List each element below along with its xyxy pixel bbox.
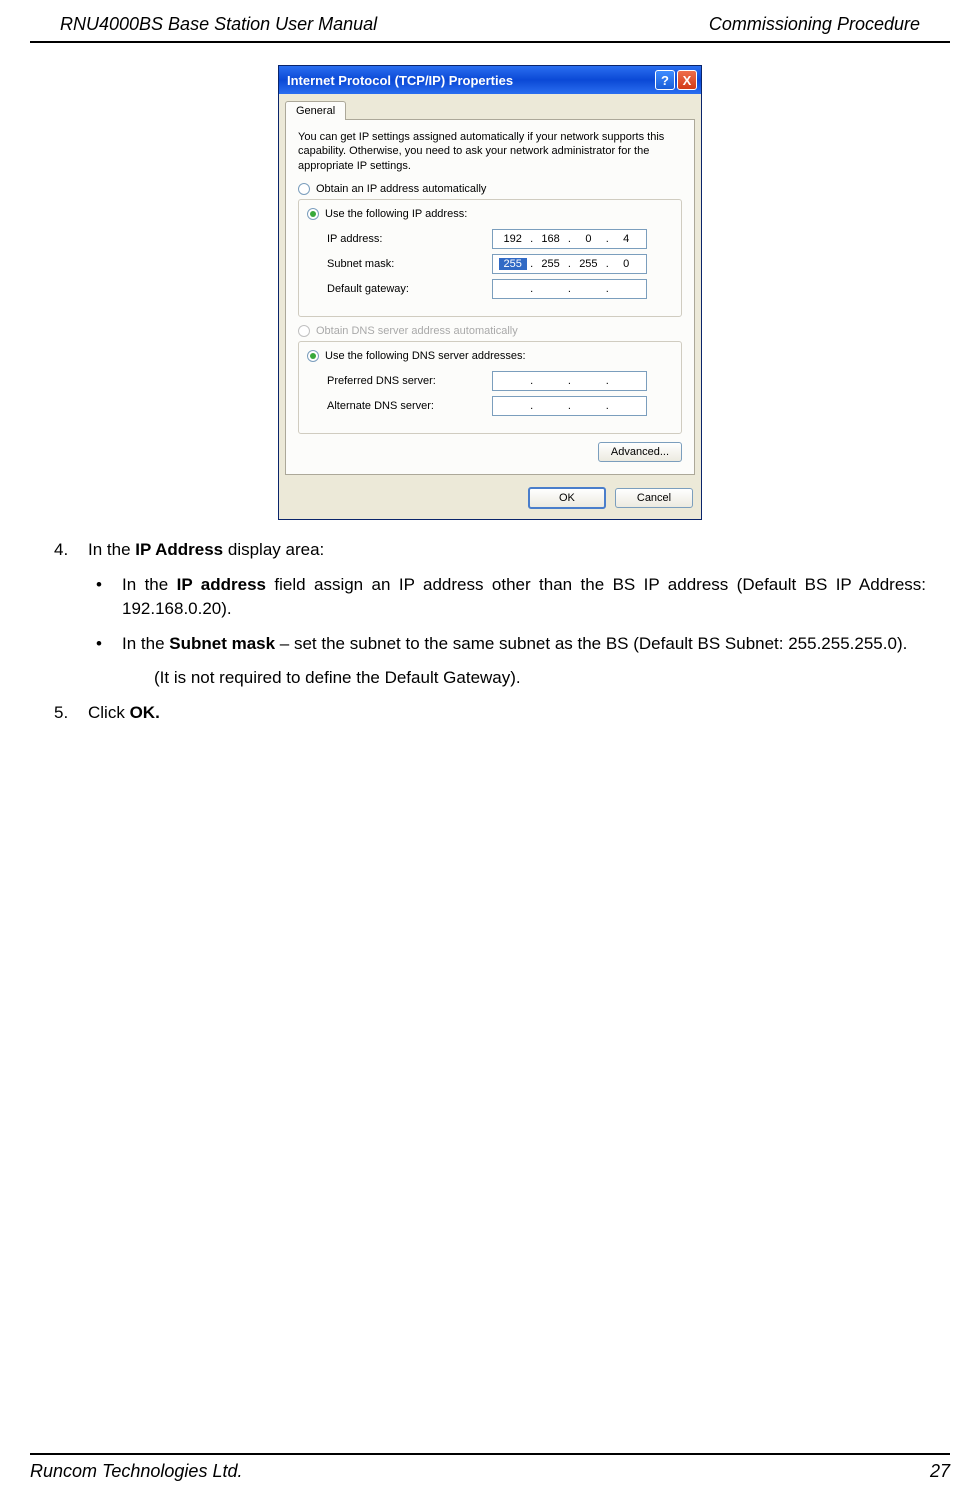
bullet-icon: • bbox=[88, 573, 122, 622]
list-text: In the IP Address display area: bbox=[88, 538, 926, 563]
intro-text: You can get IP settings assigned automat… bbox=[298, 130, 682, 173]
text-fragment: Click bbox=[88, 703, 130, 722]
advanced-button[interactable]: Advanced... bbox=[598, 442, 682, 462]
ip-octet-3[interactable]: 0 bbox=[574, 233, 602, 245]
tab-general[interactable]: General bbox=[285, 101, 346, 120]
text-fragment: – set the subnet to the same subnet as t… bbox=[275, 634, 907, 653]
subnet-octet-1[interactable]: 255 bbox=[499, 258, 527, 270]
bullet-text: In the Subnet mask – set the subnet to t… bbox=[122, 632, 926, 657]
radio-label: Obtain an IP address automatically bbox=[316, 183, 486, 195]
ip-address-label: IP address: bbox=[327, 233, 492, 245]
tab-content: You can get IP settings assigned automat… bbox=[285, 119, 695, 475]
header-right: Commissioning Procedure bbox=[709, 14, 920, 35]
footer-left: Runcom Technologies Ltd. bbox=[30, 1461, 242, 1482]
radio-icon bbox=[298, 183, 310, 195]
radio-label: Use the following IP address: bbox=[325, 208, 467, 220]
text-fragment: In the bbox=[122, 575, 177, 594]
dns-group: Obtain DNS server address automatically … bbox=[298, 325, 682, 434]
dialog-titlebar[interactable]: Internet Protocol (TCP/IP) Properties ? … bbox=[279, 66, 701, 94]
text-bold: IP address bbox=[177, 575, 266, 594]
bullet-icon: • bbox=[88, 632, 122, 657]
close-icon[interactable]: X bbox=[677, 70, 697, 90]
page-footer: Runcom Technologies Ltd. 27 bbox=[30, 1453, 950, 1482]
advanced-row: Advanced... bbox=[298, 442, 682, 462]
radio-obtain-dns-auto: Obtain DNS server address automatically bbox=[298, 325, 682, 337]
text-fragment: In the bbox=[88, 540, 135, 559]
help-icon[interactable]: ? bbox=[655, 70, 675, 90]
bullet-text: In the IP address field assign an IP add… bbox=[122, 573, 926, 622]
document-body: 4. In the IP Address display area: • In … bbox=[0, 538, 980, 726]
radio-icon bbox=[307, 208, 319, 220]
ip-octet-1[interactable]: 192 bbox=[499, 233, 527, 245]
ip-address-row: IP address: 192. 168. 0. 4 bbox=[327, 229, 671, 249]
alternate-dns-input[interactable]: . . . bbox=[492, 396, 647, 416]
radio-label: Obtain DNS server address automatically bbox=[316, 325, 518, 337]
radio-icon bbox=[298, 325, 310, 337]
subnet-octet-3[interactable]: 255 bbox=[574, 258, 602, 270]
footer-right: 27 bbox=[930, 1461, 950, 1482]
ip-address-input[interactable]: 192. 168. 0. 4 bbox=[492, 229, 647, 249]
dialog-button-row: OK Cancel bbox=[279, 481, 701, 519]
list-item-4: 4. In the IP Address display area: bbox=[54, 538, 926, 563]
radio-use-following-dns[interactable]: Use the following DNS server addresses: bbox=[303, 350, 530, 362]
ok-button[interactable]: OK bbox=[528, 487, 606, 509]
preferred-dns-label: Preferred DNS server: bbox=[327, 375, 492, 387]
alternate-dns-label: Alternate DNS server: bbox=[327, 400, 492, 412]
text-fragment: display area: bbox=[223, 540, 324, 559]
list-number: 4. bbox=[54, 538, 88, 563]
subnet-octet-2[interactable]: 255 bbox=[537, 258, 565, 270]
subnet-mask-label: Subnet mask: bbox=[327, 258, 492, 270]
preferred-dns-row: Preferred DNS server: . . . bbox=[327, 371, 671, 391]
bullet-item-1: • In the IP address field assign an IP a… bbox=[88, 573, 926, 622]
page-header: RNU4000BS Base Station User Manual Commi… bbox=[30, 0, 950, 43]
preferred-dns-input[interactable]: . . . bbox=[492, 371, 647, 391]
ip-octet-4[interactable]: 4 bbox=[612, 233, 640, 245]
bullet-item-2: • In the Subnet mask – set the subnet to… bbox=[88, 632, 926, 657]
radio-label: Use the following DNS server addresses: bbox=[325, 350, 526, 362]
alternate-dns-row: Alternate DNS server: . . . bbox=[327, 396, 671, 416]
list-number: 5. bbox=[54, 701, 88, 726]
dialog-title: Internet Protocol (TCP/IP) Properties bbox=[287, 73, 653, 88]
default-gateway-row: Default gateway: . . . bbox=[327, 279, 671, 299]
ip-octet-2[interactable]: 168 bbox=[537, 233, 565, 245]
radio-icon bbox=[307, 350, 319, 362]
ip-address-group: Obtain an IP address automatically Use t… bbox=[298, 183, 682, 317]
radio-use-following-ip[interactable]: Use the following IP address: bbox=[303, 208, 471, 220]
subnet-mask-row: Subnet mask: 255. 255. 255. 0 bbox=[327, 254, 671, 274]
default-gateway-input[interactable]: . . . bbox=[492, 279, 647, 299]
list-text: Click OK. bbox=[88, 701, 926, 726]
cancel-button[interactable]: Cancel bbox=[615, 488, 693, 508]
subnet-octet-4[interactable]: 0 bbox=[612, 258, 640, 270]
header-left: RNU4000BS Base Station User Manual bbox=[60, 14, 377, 35]
subnet-mask-input[interactable]: 255. 255. 255. 0 bbox=[492, 254, 647, 274]
text-bold: IP Address bbox=[135, 540, 223, 559]
radio-obtain-ip-auto[interactable]: Obtain an IP address automatically bbox=[298, 183, 682, 195]
text-bold: Subnet mask bbox=[169, 634, 275, 653]
gateway-note: (It is not required to define the Defaul… bbox=[154, 666, 926, 691]
tcpip-properties-dialog: Internet Protocol (TCP/IP) Properties ? … bbox=[278, 65, 702, 520]
text-bold: OK. bbox=[130, 703, 160, 722]
tab-row: General bbox=[279, 94, 701, 119]
text-fragment: In the bbox=[122, 634, 169, 653]
default-gateway-label: Default gateway: bbox=[327, 283, 492, 295]
list-item-5: 5. Click OK. bbox=[54, 701, 926, 726]
